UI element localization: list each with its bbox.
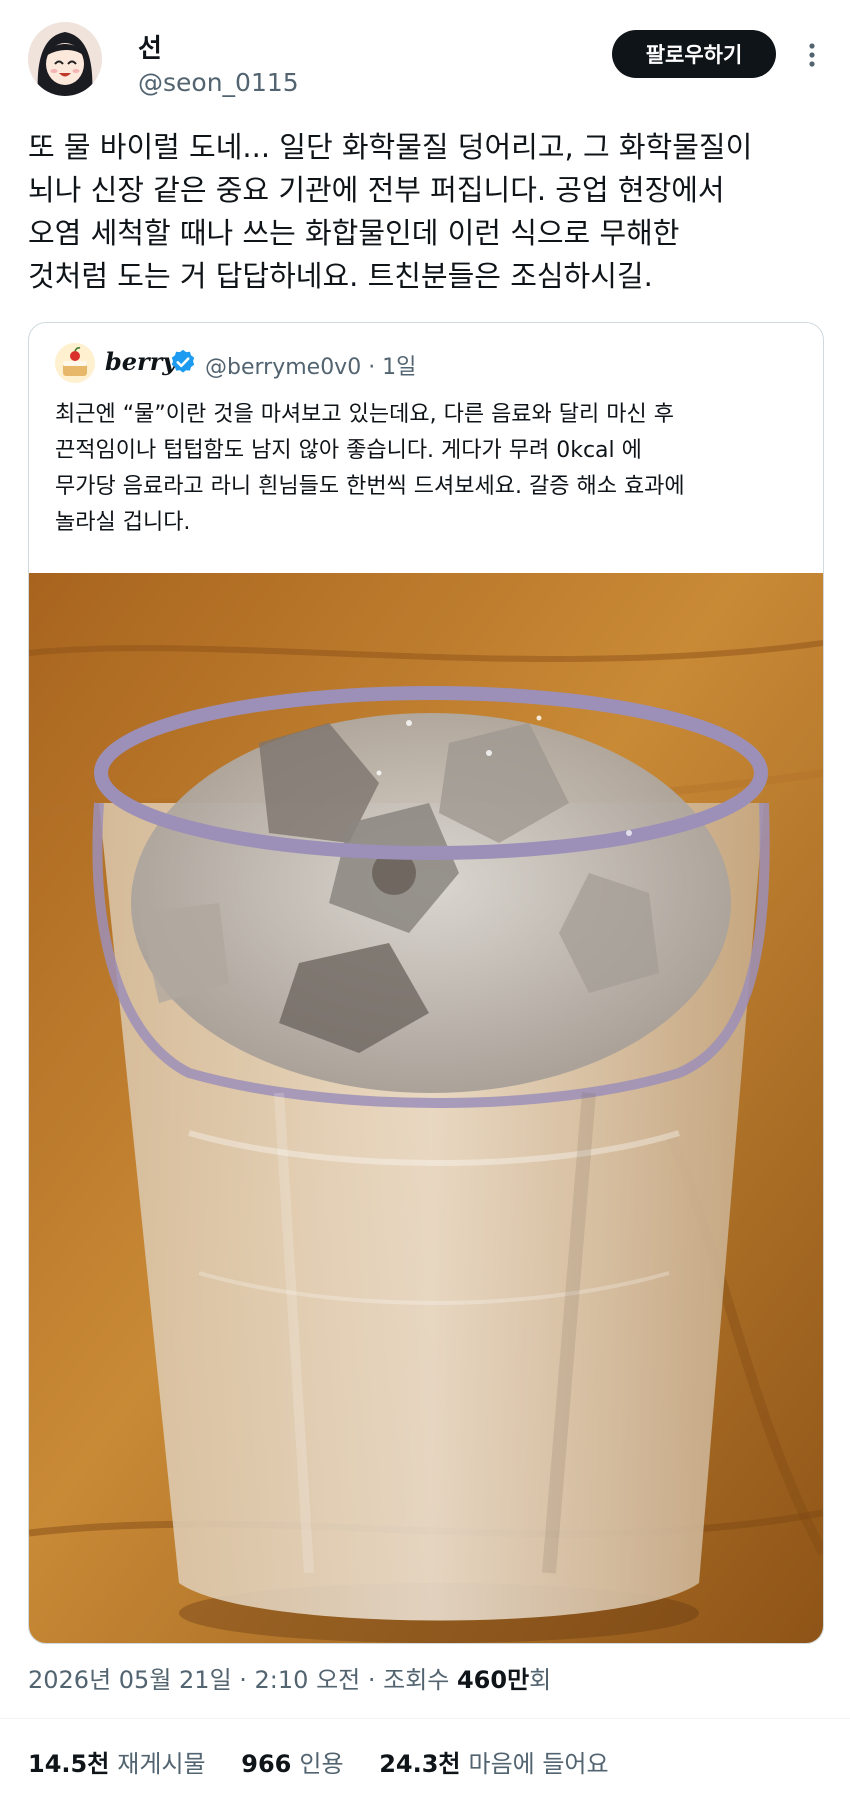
quoted-text-line: 놀라실 겁니다. [55, 510, 191, 535]
more-vertical-icon[interactable] [800, 40, 824, 70]
anime-girl-avatar-icon [28, 22, 102, 96]
author-display-name[interactable]: 선 [138, 28, 162, 65]
tweet-text-line: 또 물 바이럴 도네... 일단 화학물질 덩어리고, 그 화학물질이 [28, 130, 753, 164]
quotes-label: 인용 [299, 1750, 344, 1778]
quoted-text-line: 최근엔 “물”이란 것을 마셔보고 있는데요, 다른 음료와 달리 마신 후 [55, 402, 674, 427]
tweet-datetime[interactable]: 2026년 05월 21일 · 2:10 오전 · 조회수 [28, 1666, 457, 1694]
tweet-stats: 14.5천 재게시물 966 인용 24.3천 마음에 들어요 [28, 1744, 637, 1779]
quoted-text-line: 끈적임이나 텁텁함도 남지 않아 좋습니다. 게다가 무려 0kcal 에 [55, 438, 642, 463]
quoted-display-name[interactable]: berry [105, 347, 176, 376]
quoted-handle-time: @berryme0v0 · 1일 [205, 355, 417, 380]
quotes-stat[interactable]: 966 인용 [241, 1750, 343, 1778]
author-handle[interactable]: @seon_0115 [138, 68, 299, 97]
tweet-meta: 2026년 05월 21일 · 2:10 오전 · 조회수 460만회 [28, 1660, 551, 1695]
retweets-label: 재게시물 [117, 1750, 206, 1778]
quoted-tweet[interactable]: berry @berryme0v0 · 1일 최근엔 “물”이란 것을 마셔보고… [28, 322, 824, 1644]
quotes-count: 966 [241, 1750, 292, 1778]
tweet-text-line: 뇌나 신장 같은 중요 기관에 전부 퍼집니다. 공업 현장에서 [28, 173, 725, 207]
tweet-detail-page: 선 @seon_0115 팔로우하기 또 물 바이럴 도네... 일단 화학물질… [0, 0, 850, 1800]
tweet-text-line: 것처럼 도는 거 답답하네요. 트친분들은 조심하시길. [28, 259, 653, 293]
tweet-text: 또 물 바이럴 도네... 일단 화학물질 덩어리고, 그 화학물질이 뇌나 신… [28, 126, 822, 298]
quoted-text: 최근엔 “물”이란 것을 마셔보고 있는데요, 다른 음료와 달리 마신 후 끈… [55, 397, 815, 541]
retweets-count: 14.5천 [28, 1750, 110, 1778]
likes-stat[interactable]: 24.3천 마음에 들어요 [379, 1750, 608, 1778]
verified-badge-icon [171, 349, 195, 373]
follow-button[interactable]: 팔로우하기 [612, 30, 776, 78]
likes-count: 24.3천 [379, 1750, 461, 1778]
cake-avatar-icon [55, 343, 95, 383]
view-count: 460만 [456, 1666, 530, 1694]
quoted-avatar[interactable] [55, 343, 95, 383]
ice-water-glass-photo[interactable] [29, 573, 823, 1643]
retweets-stat[interactable]: 14.5천 재게시물 [28, 1750, 206, 1778]
likes-label: 마음에 들어요 [468, 1750, 609, 1778]
view-count-suffix: 회 [529, 1666, 552, 1694]
divider [0, 1718, 850, 1719]
quoted-text-line: 무가당 음료라고 라니 흰님들도 한번씩 드셔보세요. 갈증 해소 효과에 [55, 474, 685, 499]
avatar[interactable] [28, 22, 102, 96]
tweet-text-line: 오염 세척할 때나 쓰는 화합물인데 이런 식으로 무해한 [28, 216, 680, 250]
tweet-header: 선 @seon_0115 팔로우하기 [28, 22, 822, 106]
